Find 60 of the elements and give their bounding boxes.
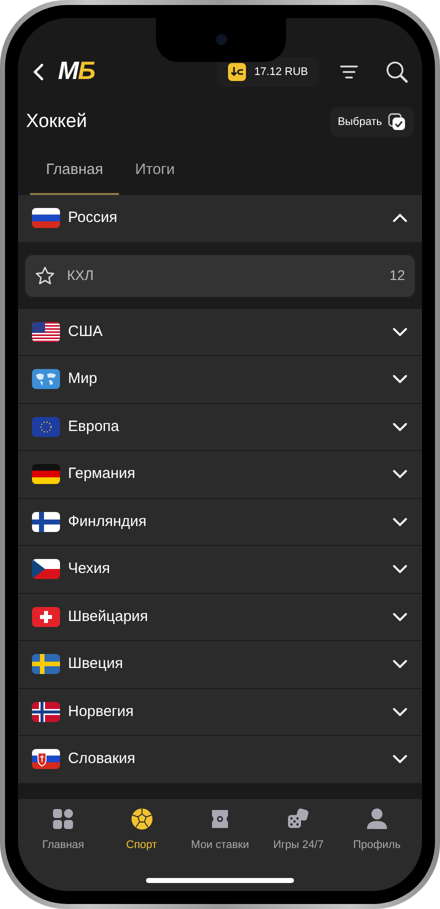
back-icon	[32, 63, 46, 81]
flag-icon	[32, 702, 60, 722]
logo: МБ	[58, 56, 95, 88]
ball-icon	[130, 807, 154, 831]
flag-icon	[32, 512, 60, 532]
country-name: Норвегия	[68, 702, 135, 722]
dice-icon	[286, 807, 310, 831]
league-name: КХЛ	[67, 266, 95, 285]
country-name: Финляндия	[68, 512, 148, 532]
country-row[interactable]: Германия	[18, 451, 422, 498]
nav-tab[interactable]: Игры 24/7	[259, 807, 338, 861]
page-title: Хоккей	[26, 110, 88, 134]
filter-button[interactable]	[340, 65, 358, 79]
country-row[interactable]: США	[18, 308, 422, 356]
search-button[interactable]	[386, 61, 408, 83]
flag-icon	[32, 606, 60, 627]
star-icon[interactable]	[35, 266, 55, 286]
country-name: Мир	[68, 369, 98, 389]
select-button[interactable]: Выбрать	[330, 107, 414, 137]
country-row[interactable]: Мир	[18, 356, 422, 404]
nav-tab[interactable]: Мои ставки	[180, 807, 260, 861]
country-row[interactable]: Словакия	[18, 736, 422, 784]
tab[interactable]: Итоги	[119, 158, 191, 195]
country-row[interactable]: Финляндия	[18, 498, 422, 546]
flag-icon	[32, 208, 60, 228]
country-name: Словакия	[68, 749, 136, 769]
filter-icon	[340, 65, 358, 79]
country-name: Швеция	[68, 654, 124, 674]
flag-icon	[32, 464, 60, 484]
flag-icon	[32, 416, 60, 437]
flag-icon	[32, 749, 60, 770]
nav-tab[interactable]: Профиль	[338, 807, 416, 861]
flag-icon	[32, 369, 60, 390]
country-row[interactable]: Норвегия	[18, 688, 422, 736]
balance-button[interactable]: 17.12 RUB	[218, 57, 318, 87]
country-row[interactable]: Европа	[18, 404, 422, 451]
nav-tab[interactable]: Главная	[24, 807, 102, 861]
country-name: Чехия	[68, 559, 112, 579]
country-row[interactable]: Чехия	[18, 546, 422, 594]
country-name: Швейцария	[68, 606, 150, 626]
country-name: Европа	[68, 416, 120, 436]
person-icon	[364, 807, 389, 831]
country-name: Россия	[68, 208, 118, 228]
flag-icon	[32, 322, 60, 342]
country-row[interactable]: Россия	[18, 195, 422, 242]
event-count: 12	[389, 266, 405, 285]
country-row[interactable]: Швеция	[18, 641, 422, 688]
grid-icon	[51, 807, 76, 831]
flag-icon	[32, 654, 60, 674]
wallet-icon	[228, 63, 246, 81]
flag-icon	[32, 559, 60, 580]
nav-tab[interactable]: Спорт	[102, 807, 181, 861]
back-button[interactable]	[32, 63, 46, 81]
checkbox-stack-icon	[388, 113, 406, 131]
balance-amount: 17.12 RUB	[254, 64, 308, 80]
country-name: Германия	[68, 464, 136, 484]
league-row[interactable]: КХЛ 12	[25, 254, 415, 296]
country-row[interactable]: Швейцария	[18, 594, 422, 641]
country-name: США	[68, 322, 104, 342]
search-icon	[386, 61, 408, 83]
